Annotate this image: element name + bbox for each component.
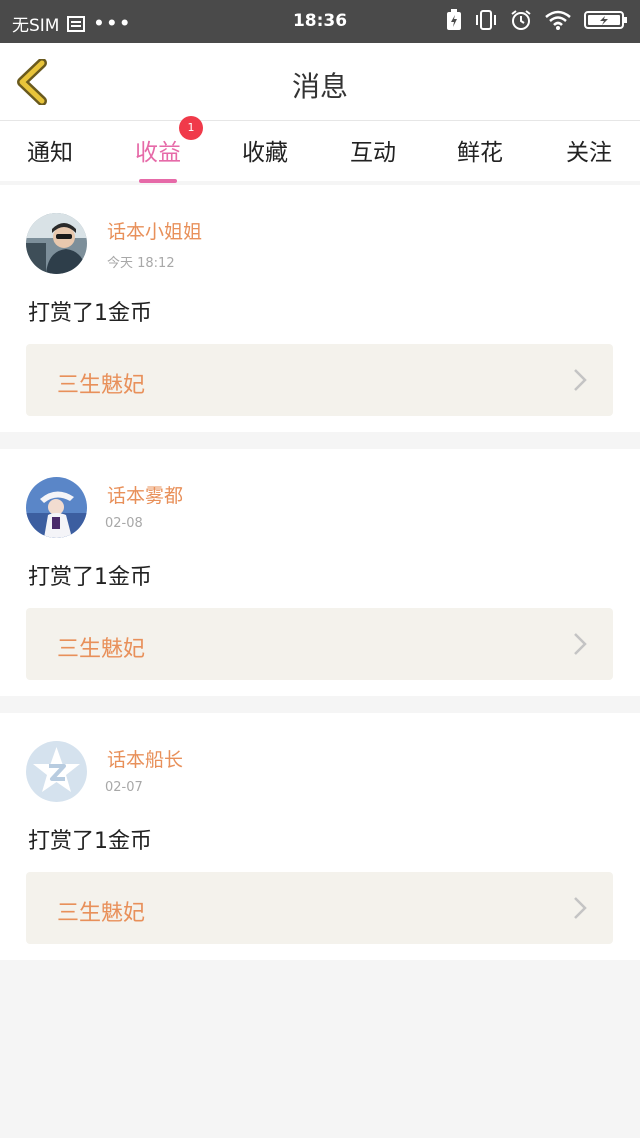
timestamp: 02-07 <box>105 780 143 795</box>
message-card: 话本船长 02-07 打赏了1金币 三生魅妃 <box>0 713 640 960</box>
battery-icon <box>584 11 627 29</box>
avatar[interactable] <box>26 213 87 274</box>
user-photo-avatar <box>26 477 87 538</box>
message-card: 话本雾都 02-08 打赏了1金币 三生魅妃 <box>0 449 640 696</box>
tab-label: 收藏 <box>242 140 288 166</box>
tab-label: 收益 <box>135 140 181 166</box>
tab-interactions[interactable]: 互动 <box>350 133 396 167</box>
status-right <box>446 9 628 31</box>
tab-flowers[interactable]: 鲜花 <box>457 133 503 167</box>
tab-label: 鲜花 <box>457 140 503 166</box>
alarm-icon <box>511 10 531 30</box>
message-text: 打赏了1金币 <box>28 301 152 326</box>
chevron-right-icon <box>574 369 587 391</box>
tab-bar: 通知 收益 1 收藏 互动 鲜花 关注 <box>0 116 640 183</box>
chevron-right-icon <box>574 897 587 919</box>
timestamp: 02-08 <box>105 516 143 531</box>
tab-following[interactable]: 关注 <box>566 133 612 167</box>
user-photo-avatar <box>26 213 87 274</box>
status-bar: 无SIM ••• 18:36 <box>0 0 640 43</box>
chevron-right-icon <box>574 633 587 655</box>
navigation-bar: 消息 <box>0 43 640 121</box>
tab-favorites[interactable]: 收藏 <box>242 133 288 167</box>
message-card: 话本小姐姐 今天 18:12 打赏了1金币 三生魅妃 <box>0 185 640 432</box>
timestamp: 今天 18:12 <box>107 256 175 271</box>
avatar[interactable] <box>26 741 87 802</box>
book-link[interactable]: 三生魅妃 <box>26 872 613 944</box>
wifi-icon <box>545 10 571 30</box>
tab-label: 关注 <box>566 140 612 166</box>
tab-earnings[interactable]: 收益 1 <box>135 116 203 183</box>
book-title: 三生魅妃 <box>57 637 146 662</box>
message-text: 打赏了1金币 <box>28 829 152 854</box>
page-title: 消息 <box>291 70 348 103</box>
book-title: 三生魅妃 <box>57 901 146 926</box>
battery-saver-icon <box>447 9 461 30</box>
tab-label: 互动 <box>350 140 396 166</box>
book-title: 三生魅妃 <box>57 373 146 398</box>
avatar[interactable] <box>26 477 87 538</box>
username[interactable]: 话本小姐姐 <box>107 217 202 244</box>
default-qq-avatar-icon <box>26 741 87 802</box>
active-tab-indicator <box>139 179 177 183</box>
book-link[interactable]: 三生魅妃 <box>26 608 613 680</box>
username[interactable]: 话本船长 <box>107 745 183 772</box>
unread-badge: 1 <box>179 116 203 140</box>
vibrate-icon <box>476 10 496 30</box>
back-arrow-icon <box>17 58 47 106</box>
tab-notifications[interactable]: 通知 <box>27 133 73 167</box>
message-text: 打赏了1金币 <box>28 565 152 590</box>
back-button[interactable] <box>14 58 54 106</box>
book-link[interactable]: 三生魅妃 <box>26 344 613 416</box>
tab-label: 通知 <box>27 140 73 166</box>
username[interactable]: 话本雾都 <box>107 481 183 508</box>
